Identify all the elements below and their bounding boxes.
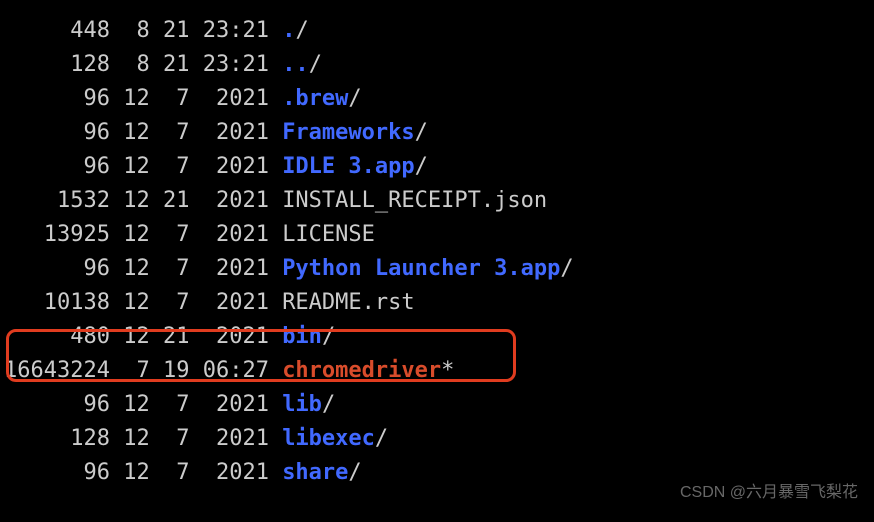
file-listing-row: 13925 12 7 2021 LICENSE <box>0 218 874 252</box>
file-listing-row: 96 12 7 2021 .brew/ <box>0 82 874 116</box>
file-listing-row: 96 12 7 2021 Python Launcher 3.app/ <box>0 252 874 286</box>
file-suffix: / <box>348 82 361 116</box>
file-suffix: / <box>415 150 428 184</box>
file-name: chromedriver <box>282 354 441 388</box>
file-date: 7 19 06:27 <box>110 354 282 388</box>
file-date: 12 7 2021 <box>110 286 282 320</box>
file-size: 96 <box>0 456 110 490</box>
file-date: 12 7 2021 <box>110 456 282 490</box>
file-size: 128 <box>0 48 110 82</box>
file-suffix: / <box>322 320 335 354</box>
watermark-text: CSDN @六月暴雪飞梨花 <box>680 476 858 510</box>
file-size: 96 <box>0 82 110 116</box>
file-listing-row: 1532 12 21 2021 INSTALL_RECEIPT.json <box>0 184 874 218</box>
file-size: 10138 <box>0 286 110 320</box>
file-size: 96 <box>0 252 110 286</box>
file-date: 12 7 2021 <box>110 116 282 150</box>
file-date: 12 21 2021 <box>110 184 282 218</box>
file-listing-row: 480 12 21 2021 bin/ <box>0 320 874 354</box>
file-date: 12 7 2021 <box>110 422 282 456</box>
file-name: .brew <box>282 82 348 116</box>
file-date: 12 7 2021 <box>110 388 282 422</box>
file-listing-row: 96 12 7 2021 Frameworks/ <box>0 116 874 150</box>
file-listing-row: 10138 12 7 2021 README.rst <box>0 286 874 320</box>
file-suffix: / <box>309 48 322 82</box>
file-date: 12 7 2021 <box>110 218 282 252</box>
file-listing-row: 96 12 7 2021 lib/ <box>0 388 874 422</box>
file-date: 8 21 23:21 <box>110 14 282 48</box>
file-date: 12 7 2021 <box>110 252 282 286</box>
file-suffix: / <box>560 252 573 286</box>
file-date: 8 21 23:21 <box>110 48 282 82</box>
file-suffix: * <box>441 354 454 388</box>
file-size: 96 <box>0 116 110 150</box>
file-name: . <box>282 14 295 48</box>
file-listing-row: 448 8 21 23:21 ./ <box>0 14 874 48</box>
file-name: README.rst <box>282 286 414 320</box>
file-date: 12 7 2021 <box>110 150 282 184</box>
file-listing-row: 96 12 7 2021 IDLE 3.app/ <box>0 150 874 184</box>
file-listing-row: 16643224 7 19 06:27 chromedriver* <box>0 354 874 388</box>
file-name: lib <box>282 388 322 422</box>
file-name: LICENSE <box>282 218 375 252</box>
file-date: 12 7 2021 <box>110 82 282 116</box>
terminal-output: 448 8 21 23:21 ./128 8 21 23:21 ../96 12… <box>0 0 874 490</box>
file-listing-row: 128 12 7 2021 libexec/ <box>0 422 874 456</box>
file-name: bin <box>282 320 322 354</box>
file-size: 96 <box>0 388 110 422</box>
file-suffix: / <box>415 116 428 150</box>
file-name: INSTALL_RECEIPT.json <box>282 184 547 218</box>
file-size: 1532 <box>0 184 110 218</box>
file-size: 448 <box>0 14 110 48</box>
file-suffix: / <box>322 388 335 422</box>
file-name: share <box>282 456 348 490</box>
file-listing-row: 128 8 21 23:21 ../ <box>0 48 874 82</box>
file-name: .. <box>282 48 309 82</box>
file-name: IDLE 3.app <box>282 150 414 184</box>
file-size: 480 <box>0 320 110 354</box>
file-size: 13925 <box>0 218 110 252</box>
file-suffix: / <box>375 422 388 456</box>
file-name: libexec <box>282 422 375 456</box>
file-suffix: / <box>348 456 361 490</box>
file-size: 16643224 <box>0 354 110 388</box>
file-size: 128 <box>0 422 110 456</box>
file-suffix: / <box>295 14 308 48</box>
file-name: Frameworks <box>282 116 414 150</box>
file-name: Python Launcher 3.app <box>282 252 560 286</box>
file-date: 12 21 2021 <box>110 320 282 354</box>
file-size: 96 <box>0 150 110 184</box>
